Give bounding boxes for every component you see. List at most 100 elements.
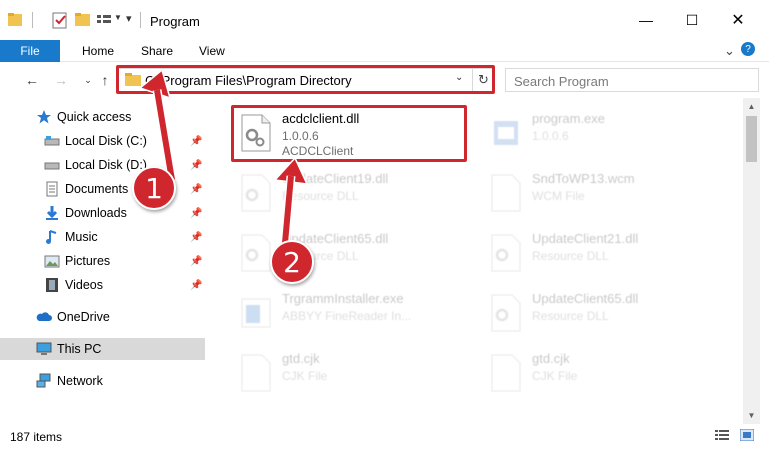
back-arrow-icon[interactable]: ←	[22, 70, 42, 90]
file-name: TrgrammInstaller.exe	[282, 291, 404, 306]
scroll-thumb[interactable]	[746, 116, 757, 162]
dll-file-icon	[241, 114, 271, 152]
dll-file-icon	[491, 294, 521, 332]
file-version: 1.0.0.6	[282, 129, 319, 143]
file-detail: CJK File	[282, 369, 328, 383]
sidebar-item-onedrive[interactable]: OneDrive	[0, 306, 205, 328]
blank-file-icon	[491, 174, 521, 212]
customize-toolbar-chevron-icon[interactable]: ▼	[114, 13, 122, 22]
music-icon	[46, 230, 57, 244]
separator	[32, 12, 33, 28]
sidebar-item-music[interactable]: Music 📌	[0, 226, 205, 248]
tab-view[interactable]: View	[199, 44, 225, 58]
sidebar-item-label: Music	[65, 230, 98, 244]
minimize-button[interactable]: —	[623, 0, 669, 40]
file-item[interactable]: program.exe 1.0.0.6	[484, 105, 724, 161]
pin-icon[interactable]: 📌	[190, 280, 202, 291]
tab-home[interactable]: Home	[82, 44, 114, 58]
drive-icon	[44, 136, 60, 146]
installer-file-icon	[241, 298, 271, 328]
forward-arrow-icon[interactable]: →	[51, 70, 71, 90]
sidebar-item-label: This PC	[57, 342, 102, 356]
navigation-row: ← → ⌄ ↑ C:\Program Files\Program Directo…	[0, 62, 769, 98]
file-item[interactable]: SndToWP13.wcm WCM File	[484, 165, 724, 221]
file-item[interactable]: gtd.cjk CJK File	[234, 345, 474, 401]
pin-icon[interactable]: 📌	[190, 160, 202, 171]
file-name: UpdateClient65.dll	[532, 291, 639, 306]
file-item[interactable]: gtd.cjk CJK File	[484, 345, 724, 401]
file-name: program.exe	[532, 111, 605, 126]
acdclclient-dll-file[interactable]: acdclclient.dll 1.0.0.6 ACDCLClient	[234, 105, 474, 161]
maximize-button[interactable]: ☐	[669, 0, 715, 40]
scroll-down-icon[interactable]: ▼	[743, 407, 760, 424]
drive-icon	[44, 162, 60, 170]
sidebar-item-this-pc[interactable]: This PC	[0, 338, 205, 360]
sidebar-item-downloads[interactable]: Downloads 📌	[0, 202, 205, 224]
vertical-scrollbar[interactable]: ▲ ▼	[743, 98, 760, 424]
sidebar-item-label: Downloads	[65, 206, 127, 220]
sidebar-item-label: Quick access	[57, 110, 132, 124]
file-name: gtd.cjk	[282, 351, 320, 366]
sidebar-item-label: Network	[57, 374, 103, 388]
file-detail: Resource DLL	[532, 249, 609, 263]
help-icon[interactable]: ?	[741, 42, 755, 56]
file-detail: 1.0.0.6	[532, 129, 569, 143]
item-count: 187 items	[10, 430, 63, 444]
pictures-icon	[44, 255, 60, 268]
view-options-icon[interactable]	[96, 10, 112, 30]
scroll-up-icon[interactable]: ▲	[743, 98, 760, 115]
sidebar-item-network[interactable]: Network	[0, 370, 205, 392]
cloud-icon	[36, 312, 52, 321]
documents-icon	[46, 181, 58, 197]
close-button[interactable]: ✕	[715, 0, 761, 40]
separator	[140, 12, 141, 28]
pin-icon[interactable]: 📌	[190, 184, 202, 195]
search-input[interactable]: Search Program	[505, 68, 759, 92]
file-name: UpdateClient21.dll	[532, 231, 639, 246]
file-detail: CJK File	[532, 369, 578, 383]
sidebar-item-videos[interactable]: Videos 📌	[0, 274, 205, 296]
file-description: ACDCLClient	[282, 144, 354, 158]
dll-file-icon	[491, 234, 521, 272]
file-name: acdclclient.dll	[282, 111, 360, 126]
computer-icon	[36, 342, 52, 355]
file-detail: ABBYY FineReader In...	[282, 309, 412, 323]
pin-icon[interactable]: 📌	[190, 232, 202, 243]
properties-icon[interactable]	[52, 10, 68, 30]
file-item[interactable]: UpdateClient65.dll Resource DLL	[484, 285, 724, 341]
pin-icon[interactable]: 📌	[190, 136, 202, 147]
videos-icon	[46, 278, 58, 292]
window-title: Program	[150, 14, 200, 29]
sidebar-item-pictures[interactable]: Pictures 📌	[0, 250, 205, 272]
status-bar: 187 items	[0, 424, 769, 446]
quick-access-dropdown-icon[interactable]: ▾	[126, 12, 132, 25]
file-item[interactable]: TrgrammInstaller.exe ABBYY FineReader In…	[234, 285, 474, 341]
exe-file-icon	[494, 121, 518, 145]
search-placeholder: Search Program	[514, 74, 609, 89]
sidebar-item-label: Documents	[65, 182, 129, 196]
pin-icon[interactable]: 📌	[190, 208, 202, 219]
blank-file-icon	[491, 354, 521, 392]
large-icons-view-icon[interactable]	[740, 429, 754, 441]
ribbon-tabs: File Home Share View ⌄ ?	[0, 40, 769, 62]
blank-file-icon	[241, 354, 271, 392]
file-name: gtd.cjk	[532, 351, 570, 366]
folder-icon	[8, 13, 22, 26]
new-folder-icon[interactable]	[75, 10, 90, 30]
file-detail: Resource DLL	[532, 309, 609, 323]
up-arrow-icon[interactable]: ↑	[95, 70, 115, 90]
expand-ribbon-chevron-icon[interactable]: ⌄	[724, 43, 735, 59]
file-item[interactable]: UpdateClient21.dll Resource DLL	[484, 225, 724, 281]
file-name: SndToWP13.wcm	[532, 171, 635, 186]
download-icon	[46, 206, 58, 220]
file-explorer-window: ▼ ▾ Program — ☐ ✕ File Home Share View ⌄…	[0, 0, 769, 463]
file-detail: WCM File	[532, 189, 585, 203]
tab-share[interactable]: Share	[141, 44, 173, 58]
sidebar-item-label: Videos	[65, 278, 103, 292]
pin-icon[interactable]: 📌	[190, 256, 202, 267]
sidebar-item-label: Pictures	[65, 254, 111, 268]
sidebar-item-label: OneDrive	[57, 310, 110, 324]
callout-badge-1: 1	[132, 166, 176, 210]
tab-file[interactable]: File	[0, 40, 60, 62]
details-view-icon[interactable]	[715, 429, 729, 441]
